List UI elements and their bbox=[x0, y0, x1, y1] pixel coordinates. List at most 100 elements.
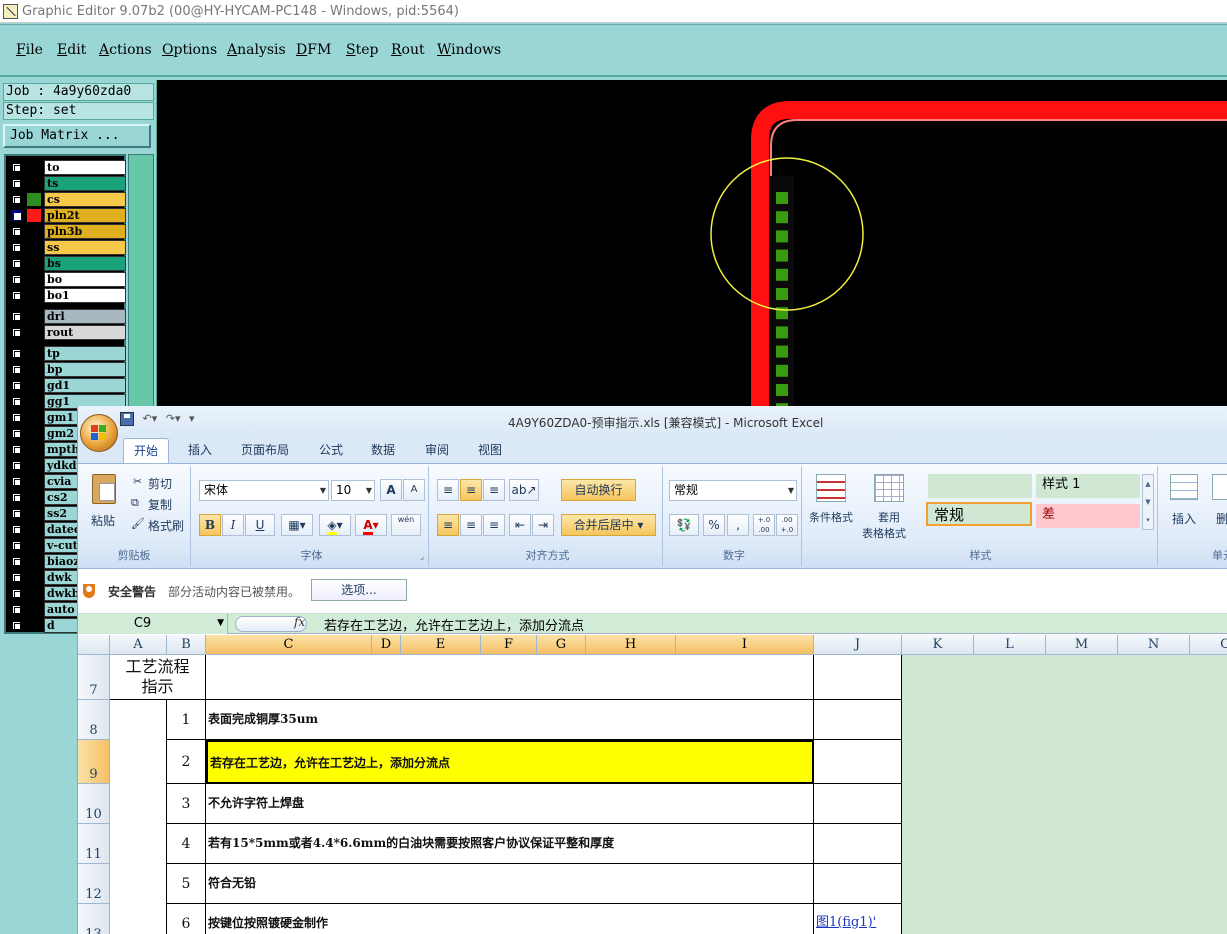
format-as-table-button-line1[interactable]: 套用 bbox=[878, 509, 900, 525]
style-blank[interactable] bbox=[928, 474, 1032, 498]
menu-file[interactable]: File bbox=[16, 42, 43, 58]
layer-checkbox[interactable] bbox=[11, 428, 22, 439]
layer-color-swatch[interactable] bbox=[27, 177, 41, 190]
layer-color-swatch[interactable] bbox=[27, 603, 41, 616]
layer-color-swatch[interactable] bbox=[27, 326, 41, 339]
formula-input[interactable]: 若存在工艺边，允许在工艺边上，添加分流点 bbox=[324, 615, 584, 634]
figure-link[interactable]: 图1(fig1)' bbox=[816, 915, 876, 930]
wrap-text-button[interactable]: 自动换行 bbox=[561, 479, 636, 501]
graphic-canvas[interactable] bbox=[157, 80, 1227, 410]
column-header[interactable]: N bbox=[1118, 635, 1190, 655]
layer-color-swatch[interactable] bbox=[27, 161, 41, 174]
cell-c-instruction[interactable]: 若存在工艺边，允许在工艺边上，添加分流点 bbox=[206, 740, 814, 784]
layer-color-swatch[interactable] bbox=[27, 193, 41, 206]
column-header[interactable]: A bbox=[110, 635, 167, 655]
menu-rout[interactable]: Rout bbox=[391, 42, 425, 58]
layer-color-swatch[interactable] bbox=[27, 523, 41, 536]
column-header[interactable]: B bbox=[167, 635, 206, 655]
layer-name[interactable]: bo1 bbox=[44, 288, 126, 303]
layer-name[interactable]: ss bbox=[44, 240, 126, 255]
layer-name[interactable]: cs bbox=[44, 192, 126, 207]
cell-j[interactable]: 图1(fig1)' bbox=[814, 904, 902, 934]
layer-checkbox[interactable] bbox=[11, 604, 22, 615]
row-header[interactable]: 9 bbox=[78, 740, 110, 784]
cell-c-instruction[interactable]: 若有15*5mm或者4.4*6.6mm的白油块需要按照客户协议保证平整和厚度 bbox=[206, 824, 814, 864]
paste-button[interactable]: 粘贴 bbox=[91, 512, 115, 529]
tab-home[interactable]: 开始 bbox=[123, 438, 170, 464]
layer-row[interactable]: drl bbox=[8, 309, 126, 324]
insert-cells-button[interactable]: 插入 bbox=[1172, 510, 1196, 527]
layer-checkbox[interactable] bbox=[11, 274, 22, 285]
layer-row[interactable]: gd1 bbox=[8, 378, 126, 393]
layer-row[interactable]: tp bbox=[8, 346, 126, 361]
align-bottom-button[interactable]: ≡ bbox=[483, 479, 505, 501]
layer-checkbox[interactable] bbox=[11, 572, 22, 583]
layer-checkbox[interactable] bbox=[11, 396, 22, 407]
layer-name[interactable]: bs bbox=[44, 256, 126, 271]
layer-checkbox[interactable] bbox=[11, 258, 22, 269]
shrink-font-button[interactable]: A bbox=[403, 479, 425, 501]
layer-color-swatch[interactable] bbox=[27, 411, 41, 424]
row-header[interactable]: 10 bbox=[78, 784, 110, 824]
cell-c-instruction[interactable]: 符合无铅 bbox=[206, 864, 814, 904]
number-format-select[interactable]: 常规 ▼ bbox=[669, 480, 797, 501]
column-header[interactable]: G bbox=[537, 635, 586, 655]
select-all-corner[interactable] bbox=[78, 635, 110, 655]
layer-checkbox[interactable] bbox=[11, 290, 22, 301]
increase-decimal-button[interactable]: +.0 .00 bbox=[753, 514, 775, 536]
layer-color-swatch[interactable] bbox=[27, 395, 41, 408]
cell-b-number[interactable]: 4 bbox=[167, 824, 206, 864]
layer-checkbox[interactable] bbox=[11, 210, 22, 221]
cell-j[interactable] bbox=[814, 740, 902, 784]
layer-checkbox[interactable] bbox=[11, 556, 22, 567]
align-middle-button[interactable]: ≡ bbox=[460, 479, 482, 501]
cell-j[interactable] bbox=[814, 864, 902, 904]
layer-name[interactable]: pln3b bbox=[44, 224, 126, 239]
menu-step[interactable]: Step bbox=[346, 42, 378, 58]
layer-row[interactable]: cs bbox=[8, 192, 126, 207]
layer-color-swatch[interactable] bbox=[27, 225, 41, 238]
layer-color-swatch[interactable] bbox=[27, 379, 41, 392]
decrease-decimal-button[interactable]: .00 +.0 bbox=[776, 514, 798, 536]
style-normal[interactable]: 常规 bbox=[926, 502, 1032, 526]
menu-edit[interactable]: Edit bbox=[57, 42, 86, 58]
layer-checkbox[interactable] bbox=[11, 162, 22, 173]
layer-color-swatch[interactable] bbox=[27, 310, 41, 323]
office-button[interactable] bbox=[80, 414, 118, 452]
layer-color-swatch[interactable] bbox=[27, 619, 41, 632]
cut-button[interactable]: 剪切 bbox=[148, 475, 172, 492]
decrease-indent-button[interactable]: ⇤ bbox=[509, 514, 531, 536]
layer-name[interactable]: drl bbox=[44, 309, 126, 324]
layer-color-swatch[interactable] bbox=[27, 257, 41, 270]
align-left-button[interactable]: ≡ bbox=[437, 514, 459, 536]
cell-j[interactable] bbox=[814, 655, 902, 700]
layer-checkbox[interactable] bbox=[11, 226, 22, 237]
column-header[interactable]: O bbox=[1190, 635, 1227, 655]
font-size-select[interactable]: 10 ▼ bbox=[331, 480, 375, 501]
layer-checkbox[interactable] bbox=[11, 476, 22, 487]
copy-button[interactable]: 复制 bbox=[148, 496, 172, 513]
layer-color-swatch[interactable] bbox=[27, 273, 41, 286]
layer-color-swatch[interactable] bbox=[27, 241, 41, 254]
tab-review[interactable]: 审阅 bbox=[425, 441, 449, 458]
cell-c-instruction[interactable]: 表面完成铜厚35um bbox=[206, 700, 814, 740]
cell-j[interactable] bbox=[814, 784, 902, 824]
layer-color-swatch[interactable] bbox=[27, 347, 41, 360]
layer-name[interactable]: to bbox=[44, 160, 126, 175]
cell-j[interactable] bbox=[814, 824, 902, 864]
layer-checkbox[interactable] bbox=[11, 620, 22, 631]
column-header[interactable]: L bbox=[974, 635, 1046, 655]
cell-a-merged[interactable]: CAM bbox=[110, 700, 167, 934]
layer-row[interactable]: ts bbox=[8, 176, 126, 191]
font-color-button[interactable]: A▾ bbox=[355, 514, 387, 536]
copy-icon[interactable]: ⧉ bbox=[131, 496, 139, 510]
column-header[interactable]: I bbox=[676, 635, 814, 655]
cell-c-instruction[interactable]: 按键位按照镀硬金制作 bbox=[206, 904, 814, 934]
layer-checkbox[interactable] bbox=[11, 460, 22, 471]
menu-dfm[interactable]: DFM bbox=[296, 42, 331, 58]
align-right-button[interactable]: ≡ bbox=[483, 514, 505, 536]
layer-color-swatch[interactable] bbox=[27, 209, 41, 222]
save-icon[interactable] bbox=[120, 412, 134, 426]
layer-checkbox[interactable] bbox=[11, 412, 22, 423]
tab-insert[interactable]: 插入 bbox=[188, 441, 212, 458]
